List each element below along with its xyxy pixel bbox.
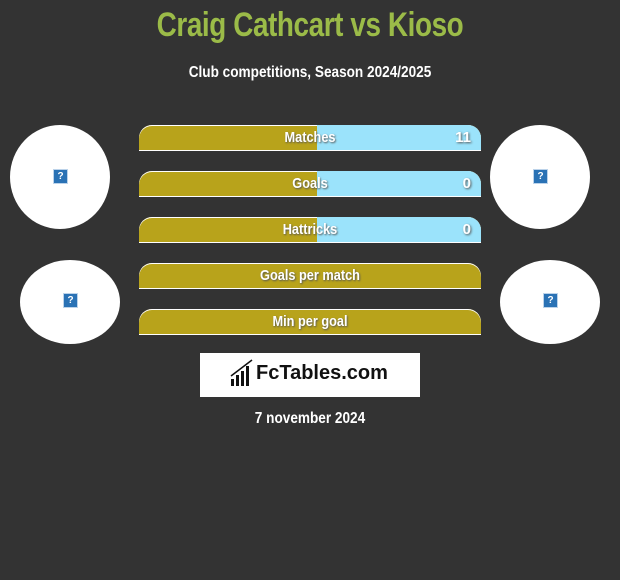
stat-bar-hattricks: Hattricks 0 [139,217,481,243]
bar-baseline [139,334,481,335]
stat-label: Goals per match [260,267,360,284]
chart-bars-icon [230,359,253,386]
fctables-logo[interactable]: FcTables.com [200,353,420,397]
stat-bar-goals-per-match: Goals per match [139,263,481,289]
date-label: 7 november 2024 [254,410,366,427]
club-left-avatar: ? [20,260,120,344]
broken-image-icon: ? [63,293,78,308]
page-title: Craig Cathcart vs Kioso [156,6,464,44]
stat-label: Matches [284,129,336,146]
bar-baseline [139,196,481,197]
stat-bar-matches: Matches 11 [139,125,481,151]
stat-label: Goals [292,175,328,192]
stat-bar-goals: Goals 0 [139,171,481,197]
club-right-avatar: ? [500,260,600,344]
player-right-avatar: ? [490,125,590,229]
stat-right-value: 0 [462,175,471,192]
bar-baseline [139,150,481,151]
stat-right-value: 0 [462,221,471,238]
season-subtitle: Club competitions, Season 2024/2025 [188,64,432,81]
bar-baseline [139,288,481,289]
stat-label: Hattricks [282,221,338,238]
player-left-avatar: ? [10,125,110,229]
broken-image-icon: ? [543,293,558,308]
broken-image-icon: ? [53,169,68,184]
stat-right-value: 11 [455,129,471,146]
stat-bar-min-per-goal: Min per goal [139,309,481,335]
stat-label: Min per goal [272,313,348,330]
broken-image-icon: ? [533,169,548,184]
brand-name: FcTables.com [256,362,388,384]
bar-baseline [139,242,481,243]
